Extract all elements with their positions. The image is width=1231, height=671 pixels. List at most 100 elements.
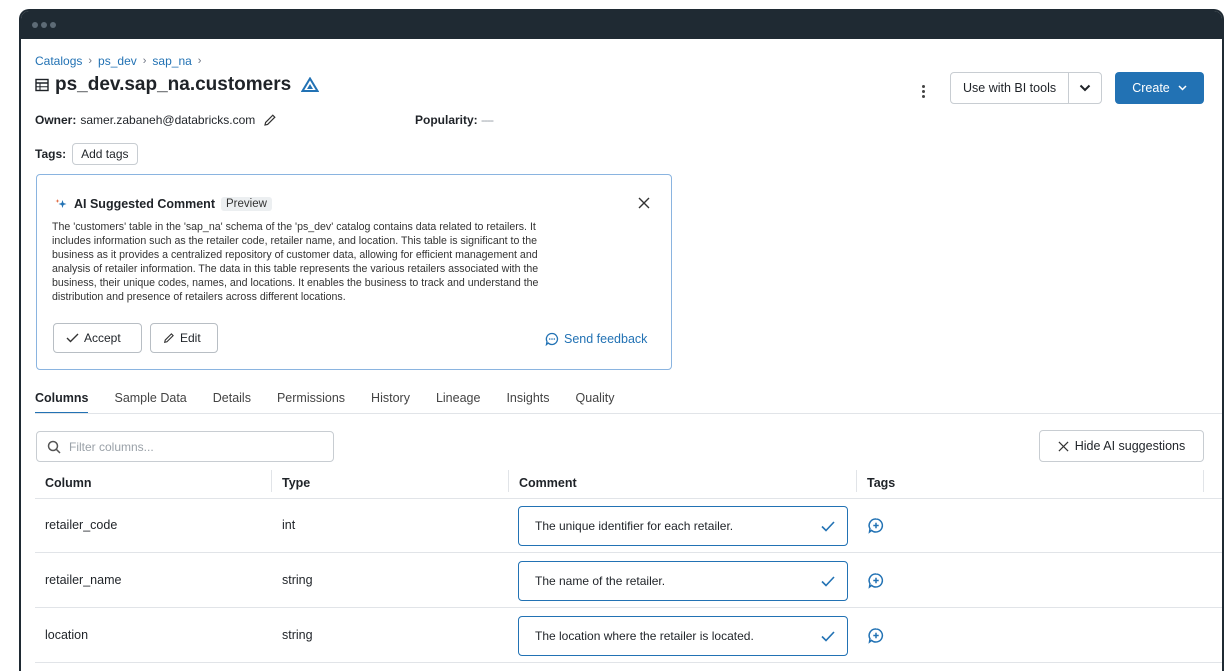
tab-lineage[interactable]: Lineage [436, 391, 481, 414]
more-actions-icon[interactable] [918, 81, 928, 101]
create-button-label: Create [1132, 81, 1170, 95]
comment-suggestion-field[interactable]: The name of the retailer. [518, 561, 848, 601]
filter-columns-input[interactable] [69, 439, 319, 454]
ai-comment-line: The 'customers' table in the 'sap_na' sc… [52, 221, 536, 233]
search-icon [47, 440, 61, 454]
columns-table-header: Column Type Comment Tags [35, 467, 1222, 499]
window-dot-icon [41, 22, 47, 28]
filter-columns-field [36, 431, 334, 462]
breadcrumb: Catalogs › ps_dev › sap_na › [35, 54, 201, 68]
pencil-icon [163, 333, 174, 344]
ai-comment-line: business, their unique codes, names, and… [52, 277, 539, 289]
ai-comment-text: The 'customers' table in the 'sap_na' sc… [52, 220, 652, 304]
app-window: Catalogs › ps_dev › sap_na › ps_dev.sap_… [19, 9, 1224, 671]
breadcrumb-separator: › [197, 55, 202, 67]
column-name-cell: retailer_name [45, 573, 122, 587]
tab-bar: Columns Sample Data Details Permissions … [35, 391, 640, 414]
tags-label: Tags: [35, 147, 67, 161]
use-with-bi-tools-button[interactable]: Use with BI tools [951, 73, 1070, 103]
table-name: ps_dev.sap_na.customers [55, 74, 292, 95]
column-header-comment[interactable]: Comment [519, 476, 577, 490]
add-tag-icon[interactable] [867, 572, 885, 590]
create-button[interactable]: Create [1115, 72, 1204, 104]
column-resize-handle[interactable] [856, 470, 857, 492]
tab-columns[interactable]: Columns [35, 391, 89, 414]
close-icon [1058, 440, 1069, 452]
comment-suggestion-text: The location where the retailer is locat… [535, 629, 754, 643]
tab-insights[interactable]: Insights [506, 391, 549, 414]
owner-info: Owner: samer.zabaneh@databricks.com [35, 113, 277, 127]
table-row: location string The location where the r… [35, 609, 1222, 663]
breadcrumb-separator: › [142, 55, 147, 67]
column-name-cell: location [45, 628, 89, 642]
owner-value: samer.zabaneh@databricks.com [80, 113, 256, 127]
accept-check-icon[interactable] [821, 630, 835, 642]
tab-details[interactable]: Details [213, 391, 251, 414]
popularity-label: Popularity: [415, 113, 478, 127]
ai-comment-line: business as it provides a centralized re… [52, 249, 538, 261]
ai-comment-line: distribution and presence of retailers a… [52, 291, 346, 303]
add-tag-icon[interactable] [867, 627, 885, 645]
owner-label: Owner: [35, 113, 77, 127]
close-icon[interactable] [638, 197, 650, 209]
accept-label: Accept [84, 331, 121, 345]
add-tags-button[interactable]: Add tags [72, 143, 138, 165]
add-tag-icon[interactable] [867, 517, 885, 535]
chat-bubble-icon [545, 332, 559, 346]
column-name-cell: retailer_code [45, 518, 118, 532]
chevron-down-icon [1178, 85, 1187, 91]
accept-check-icon[interactable] [821, 520, 835, 532]
ai-card-title: AI Suggested Comment [74, 197, 215, 211]
window-titlebar [21, 11, 1222, 39]
ai-comment-line: includes information such as the retaile… [52, 235, 538, 247]
breadcrumb-separator: › [88, 55, 93, 67]
delta-icon [301, 77, 320, 92]
column-resize-handle[interactable] [1203, 470, 1204, 492]
column-type-cell: string [282, 573, 313, 587]
breadcrumb-link-schema[interactable]: sap_na [152, 54, 191, 68]
pencil-icon[interactable] [263, 113, 277, 127]
column-header-column[interactable]: Column [45, 476, 92, 490]
preview-badge: Preview [221, 197, 272, 211]
sparkle-icon [55, 198, 67, 208]
window-dot-icon [50, 22, 56, 28]
send-feedback-label: Send feedback [564, 332, 648, 346]
tab-permissions[interactable]: Permissions [277, 391, 345, 414]
table-row: retailer_code int The unique identifier … [35, 499, 1222, 553]
accept-check-icon[interactable] [821, 575, 835, 587]
bi-tools-split-button: Use with BI tools [950, 72, 1103, 104]
hide-ai-suggestions-button[interactable]: Hide AI suggestions [1039, 430, 1204, 462]
comment-suggestion-field[interactable]: The unique identifier for each retailer. [518, 506, 848, 546]
ai-card-header: AI Suggested Comment Preview [55, 197, 272, 211]
catalog-table-page: Catalogs › ps_dev › sap_na › ps_dev.sap_… [21, 39, 1222, 671]
column-type-cell: string [282, 628, 313, 642]
column-header-type[interactable]: Type [282, 476, 310, 490]
page-title: ps_dev.sap_na.customers [35, 74, 320, 96]
edit-label: Edit [180, 331, 201, 345]
popularity-info: Popularity: ---- [415, 113, 494, 127]
bi-tools-dropdown-button[interactable] [1069, 73, 1101, 103]
send-feedback-link[interactable]: Send feedback [545, 332, 647, 346]
column-resize-handle[interactable] [508, 470, 509, 492]
tab-sample-data[interactable]: Sample Data [114, 391, 186, 414]
comment-suggestion-field[interactable]: The location where the retailer is locat… [518, 616, 848, 656]
edit-button[interactable]: Edit [150, 323, 218, 353]
comment-suggestion-text: The unique identifier for each retailer. [535, 519, 734, 533]
table-row: retailer_name string The name of the ret… [35, 554, 1222, 608]
accept-button[interactable]: Accept [53, 323, 142, 353]
tab-divider [35, 413, 1222, 414]
ai-comment-line: analysis of retailer information. The da… [52, 263, 539, 275]
hide-ai-suggestions-label: Hide AI suggestions [1074, 439, 1186, 453]
check-icon [66, 333, 79, 343]
tab-history[interactable]: History [371, 391, 410, 414]
tags-row: Tags: Add tags [35, 143, 138, 165]
comment-suggestion-text: The name of the retailer. [535, 574, 666, 588]
column-resize-handle[interactable] [271, 470, 272, 492]
column-type-cell: int [282, 518, 296, 532]
column-header-tags[interactable]: Tags [867, 476, 895, 490]
chevron-down-icon [1079, 84, 1091, 92]
popularity-value: ---- [481, 113, 494, 127]
breadcrumb-link-catalog[interactable]: ps_dev [98, 54, 137, 68]
breadcrumb-link-catalogs[interactable]: Catalogs [35, 54, 82, 68]
tab-quality[interactable]: Quality [576, 391, 615, 414]
